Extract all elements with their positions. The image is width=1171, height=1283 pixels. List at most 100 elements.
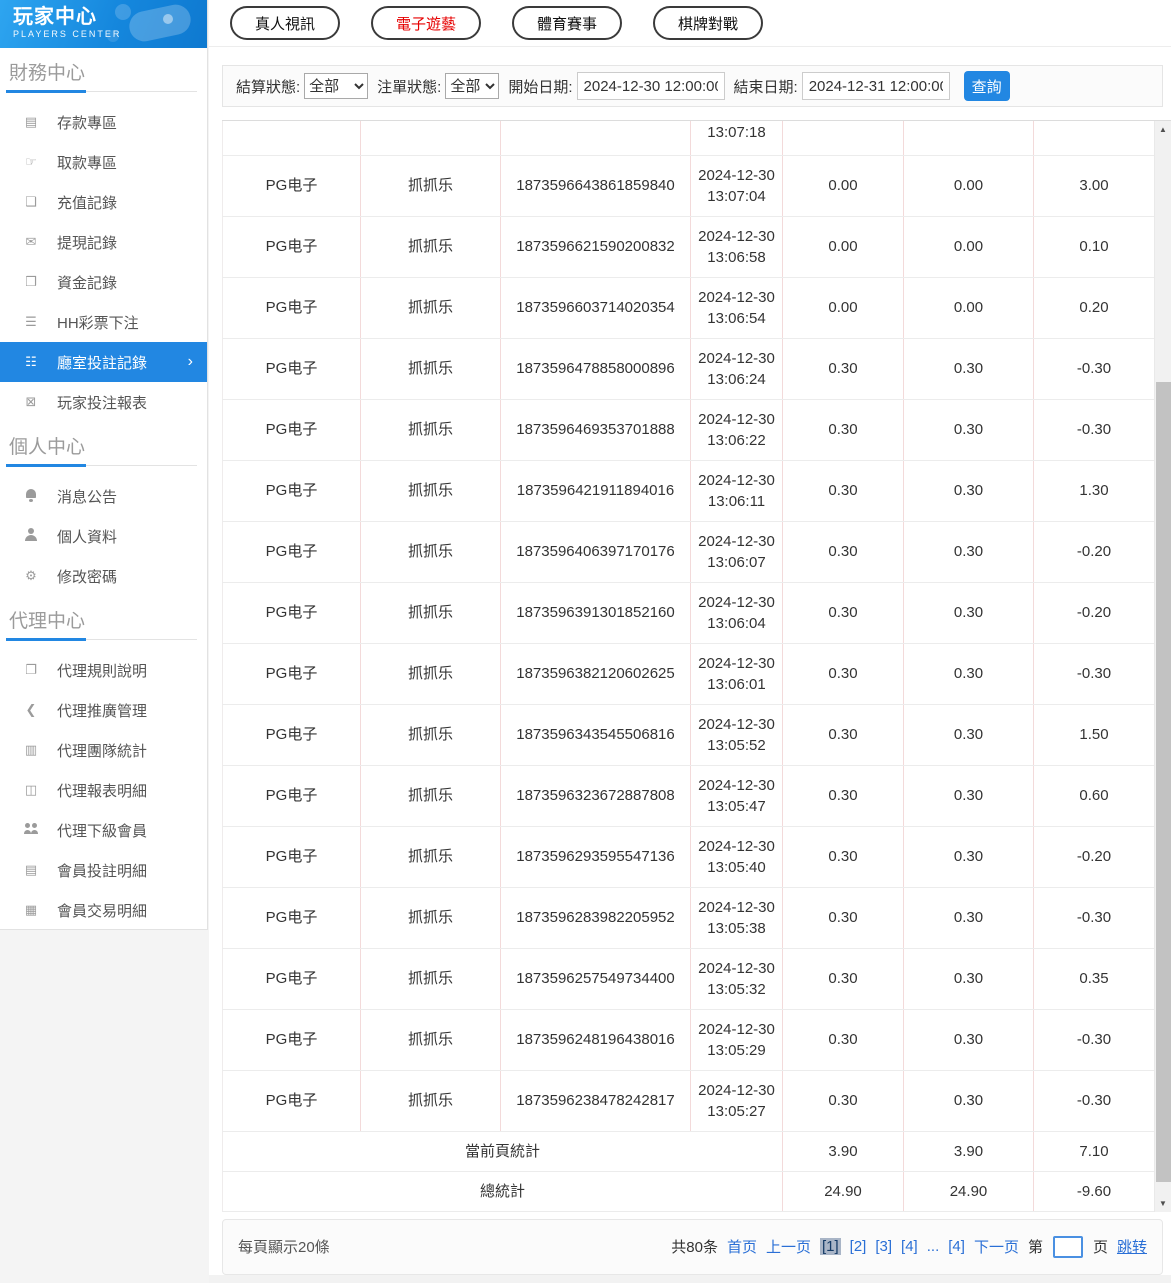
- cell-valid-bet: 0.30: [904, 399, 1034, 460]
- cell-valid-bet: 0.00: [904, 277, 1034, 338]
- table-row: PG电子抓抓乐18735963821206026252024-12-3013:0…: [223, 643, 1155, 704]
- cell-bet-amount: 0.30: [783, 582, 904, 643]
- cell-bet-amount: 0.30: [783, 1009, 904, 1070]
- first-page-link[interactable]: 首页: [727, 1236, 757, 1257]
- cell-win-loss: -0.20: [1034, 582, 1155, 643]
- next-page-link[interactable]: 下一页: [974, 1236, 1019, 1257]
- cell-game: 抓抓乐: [361, 338, 501, 399]
- cell-valid-bet: 0.30: [904, 338, 1034, 399]
- tab-sports[interactable]: 體育賽事: [512, 6, 622, 40]
- sidebar-item-agent-sub-members[interactable]: 代理下級會員: [0, 810, 207, 850]
- prev-page-link[interactable]: 上一页: [766, 1236, 811, 1257]
- cell-order-no: 1873596621590200832: [501, 216, 691, 277]
- cell-win-loss: 0.20: [1034, 277, 1155, 338]
- end-date-label: 結束日期:: [734, 76, 798, 97]
- sidebar-item-withdraw-record[interactable]: ✉ 提現記錄: [0, 222, 207, 262]
- cell-win-loss: 1.30: [1034, 460, 1155, 521]
- cell-bet-time: 13:07:18: [691, 121, 783, 155]
- sidebar-item-agent-promotion[interactable]: ❮ 代理推廣管理: [0, 690, 207, 730]
- sidebar-item-label: 充值記錄: [57, 192, 117, 213]
- cell-valid-bet: 0.30: [904, 1009, 1034, 1070]
- member-bet-icon: ▤: [23, 862, 39, 878]
- sidebar-item-profile[interactable]: 個人資料: [0, 516, 207, 556]
- page-link[interactable]: [4]: [901, 1238, 918, 1255]
- cell-provider: [223, 121, 361, 155]
- sidebar-item-agent-team-stats[interactable]: ▥ 代理團隊統計: [0, 730, 207, 770]
- sidebar-item-member-bet-detail[interactable]: ▤ 會員投註明細: [0, 850, 207, 890]
- total-summary-valid: 24.90: [904, 1171, 1034, 1211]
- cell-game: 抓抓乐: [361, 277, 501, 338]
- cell-provider: PG电子: [223, 704, 361, 765]
- end-date-input[interactable]: [802, 72, 950, 100]
- cell-provider: PG电子: [223, 216, 361, 277]
- table-row: PG电子抓抓乐18735966037140203542024-12-3013:0…: [223, 277, 1155, 338]
- page-summary-win: 7.10: [1034, 1131, 1155, 1171]
- sidebar-item-announcements[interactable]: 消息公告: [0, 476, 207, 516]
- cell-provider: PG电子: [223, 155, 361, 216]
- sidebar-item-deposit[interactable]: ▤ 存款專區: [0, 102, 207, 142]
- sidebar-item-withdraw[interactable]: ☞ 取款專區: [0, 142, 207, 182]
- sidebar-item-agent-report-detail[interactable]: ◫ 代理報表明細: [0, 770, 207, 810]
- sidebar-item-room-bet-record[interactable]: ☷ 廳室投註記錄 ›: [0, 342, 207, 382]
- recharge-record-icon: ❑: [23, 194, 39, 210]
- sidebar-item-agent-rules[interactable]: ❐ 代理規則說明: [0, 650, 207, 690]
- sidebar-item-label: 玩家投注報表: [57, 392, 147, 413]
- cell-order-no: 1873596323672887808: [501, 765, 691, 826]
- tab-live-video[interactable]: 真人視訊: [230, 6, 340, 40]
- cell-provider: PG电子: [223, 460, 361, 521]
- page-link-current[interactable]: [1]: [820, 1238, 841, 1255]
- cell-valid-bet: [904, 121, 1034, 155]
- start-date-input[interactable]: [577, 72, 725, 100]
- sidebar-item-label: 消息公告: [57, 486, 117, 507]
- page-link[interactable]: [3]: [875, 1238, 892, 1255]
- cell-bet-time: 2024-12-3013:05:29: [691, 1009, 783, 1070]
- sidebar-item-recharge-record[interactable]: ❑ 充值記錄: [0, 182, 207, 222]
- sidebar-item-player-bet-report[interactable]: ⊠ 玩家投注報表: [0, 382, 207, 422]
- scrollbar-thumb[interactable]: [1156, 382, 1171, 1182]
- cell-provider: PG电子: [223, 765, 361, 826]
- start-date-label: 開始日期:: [508, 76, 572, 97]
- sidebar-item-funds-record[interactable]: ❒ 資金記錄: [0, 262, 207, 302]
- news2-icon: ◫: [23, 782, 39, 798]
- sidebar-item-label: 取款專區: [57, 152, 117, 173]
- sidebar-item-change-password[interactable]: ⚙ 修改密碼: [0, 556, 207, 596]
- cell-order-no: 1873596391301852160: [501, 582, 691, 643]
- order-status-select[interactable]: 全部: [445, 73, 499, 99]
- page-summary-valid: 3.90: [904, 1131, 1034, 1171]
- settle-status-select[interactable]: 全部: [304, 73, 368, 99]
- cell-bet-time: 2024-12-3013:06:24: [691, 338, 783, 399]
- query-button[interactable]: 查詢: [964, 71, 1010, 101]
- sidebar-item-member-trade-detail[interactable]: ▦ 會員交易明細: [0, 890, 207, 930]
- cell-win-loss: 1.50: [1034, 704, 1155, 765]
- partial-table-row: 13:07:18: [223, 121, 1155, 155]
- cell-valid-bet: 0.30: [904, 948, 1034, 1009]
- person-icon: [24, 528, 38, 542]
- table-row: PG电子抓抓乐18735964219118940162024-12-3013:0…: [223, 460, 1155, 521]
- funds-record-icon: ❒: [23, 274, 39, 290]
- table-row: PG电子抓抓乐18735963913018521602024-12-3013:0…: [223, 582, 1155, 643]
- table-row: PG电子抓抓乐18735962935955471362024-12-3013:0…: [223, 826, 1155, 887]
- jump-link[interactable]: 跳转: [1117, 1236, 1147, 1257]
- sidebar-item-label: HH彩票下注: [57, 312, 139, 333]
- sidebar-item-label: 代理規則說明: [57, 660, 147, 681]
- page-link[interactable]: [2]: [850, 1238, 867, 1255]
- page-jump-input[interactable]: [1053, 1236, 1083, 1258]
- sidebar-item-label: 代理團隊統計: [57, 740, 147, 761]
- page-link[interactable]: [4]: [948, 1238, 965, 1255]
- cell-bet-amount: 0.30: [783, 643, 904, 704]
- cell-order-no: 1873596406397170176: [501, 521, 691, 582]
- scroll-up-icon[interactable]: ▲: [1155, 122, 1171, 137]
- cell-win-loss: -0.20: [1034, 521, 1155, 582]
- cell-bet-time: 2024-12-3013:05:47: [691, 765, 783, 826]
- scroll-down-icon[interactable]: ▼: [1155, 1196, 1171, 1211]
- cell-provider: PG电子: [223, 826, 361, 887]
- cell-bet-amount: 0.30: [783, 1070, 904, 1131]
- vertical-scrollbar[interactable]: ▲ ▼: [1154, 121, 1171, 1212]
- gamepad-decoration-icon: [101, 2, 201, 48]
- tab-electronic-games[interactable]: 電子遊藝: [371, 6, 481, 40]
- sidebar-item-lottery-bet[interactable]: ☰ HH彩票下注: [0, 302, 207, 342]
- cell-win-loss: [1034, 121, 1155, 155]
- page-summary-row: 當前頁統計 3.90 3.90 7.10: [223, 1131, 1155, 1171]
- tab-board-games[interactable]: 棋牌對戰: [653, 6, 763, 40]
- cell-bet-time: 2024-12-3013:05:38: [691, 887, 783, 948]
